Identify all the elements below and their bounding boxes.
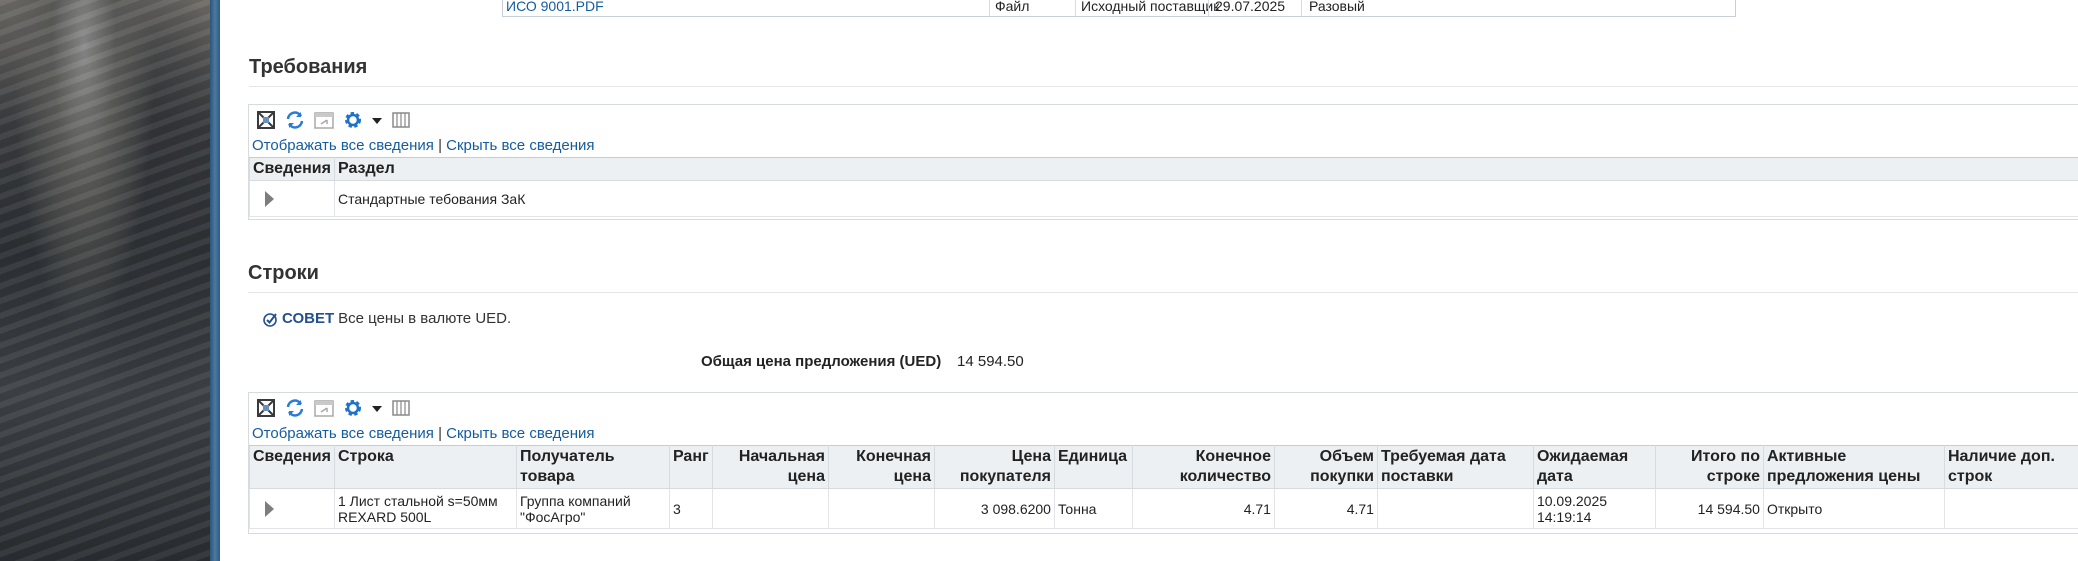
settings-icon[interactable]: [342, 109, 364, 131]
purchase-qty-cell: 4.71: [1273, 488, 1378, 529]
column-header-details: Сведения: [249, 157, 335, 181]
show-all-details-link[interactable]: Отображать все сведения: [252, 425, 434, 442]
attachment-usage: Разовый: [1309, 0, 1365, 14]
table-row: 1 Лист стальной s=50мм REXARD 500L Групп…: [249, 488, 2078, 529]
attachment-source: Исходный поставщик: [1081, 0, 1220, 14]
freeze-icon: [313, 109, 335, 131]
table-row: Стандартные тебования ЗаК: [249, 180, 2078, 217]
lines-detail-links: Отображать все сведения | Скрыть все све…: [252, 425, 595, 442]
lines-table: Сведения Строка Получатель товара Ранг Н…: [249, 445, 2078, 529]
end-qty-cell: 4.71: [1131, 488, 1275, 529]
detach-icon[interactable]: [255, 397, 277, 419]
required-date-cell: [1376, 488, 1534, 529]
attachment-row: ИСО 9001.PDF Файл Исходный поставщик 29.…: [502, 0, 1736, 17]
freeze-icon: [313, 397, 335, 419]
hide-all-details-link[interactable]: Скрыть все сведения: [446, 137, 594, 154]
tip-icon: [262, 311, 278, 327]
column-header-section: Раздел: [334, 157, 2078, 181]
column-header-buyer-price: Цена покупателя: [933, 445, 1055, 489]
start-price-cell: [711, 488, 829, 529]
section-cell: Стандартные тебования ЗаК: [334, 180, 2078, 217]
table-header-row: Сведения Строка Получатель товара Ранг Н…: [249, 445, 2078, 489]
requirements-toolbar: [255, 109, 412, 131]
expand-icon[interactable]: [265, 500, 274, 517]
detach-icon[interactable]: [255, 109, 277, 131]
link-separator: |: [438, 137, 442, 154]
column-header-extra-lines: Наличие доп. строк: [1943, 445, 2078, 489]
table-header-row: Сведения Раздел: [249, 157, 2078, 181]
expand-icon[interactable]: [265, 190, 274, 207]
column-header-unit: Единица: [1053, 445, 1133, 489]
recipient-cell: Группа компаний "ФосАгро": [515, 488, 670, 529]
expand-cell[interactable]: [249, 488, 335, 529]
column-header-details: Сведения: [249, 445, 335, 489]
tip-text: Все цены в валюте UED.: [338, 310, 512, 327]
attachment-date: 29.07.2025: [1215, 0, 1286, 14]
rank-cell: 3: [668, 488, 713, 529]
column-header-recipient: Получатель товара: [515, 445, 670, 489]
attachment-link[interactable]: ИСО 9001.PDF: [506, 0, 604, 13]
requirements-detail-links: Отображать все сведения | Скрыть все све…: [252, 137, 595, 154]
requirements-table: Сведения Раздел Стандартные тебования За…: [249, 157, 2078, 217]
extra-lines-cell: [1943, 488, 2078, 529]
lines-rule: [248, 292, 2078, 293]
link-separator: |: [438, 425, 442, 442]
unit-cell: Тонна: [1053, 488, 1133, 529]
requirements-rule: [249, 86, 2078, 87]
column-header-end-qty: Конечное количество: [1131, 445, 1275, 489]
show-all-details-link[interactable]: Отображать все сведения: [252, 137, 434, 154]
active-offers-cell: Открыто: [1762, 488, 1945, 529]
dropdown-arrow-icon[interactable]: [371, 109, 383, 131]
left-divider: [210, 0, 220, 561]
column-header-line-total: Итого по строке: [1654, 445, 1764, 489]
expand-cell[interactable]: [249, 180, 335, 217]
settings-icon[interactable]: [342, 397, 364, 419]
hide-all-details-link[interactable]: Скрыть все сведения: [446, 425, 594, 442]
refresh-icon[interactable]: [284, 109, 306, 131]
expected-date-cell: 10.09.2025 14:19:14: [1532, 488, 1656, 529]
lines-toolbar: [255, 397, 412, 419]
refresh-icon[interactable]: [284, 397, 306, 419]
column-header-end-price: Конечная цена: [827, 445, 935, 489]
column-header-purchase-qty: Объем покупки: [1273, 445, 1378, 489]
column-header-start-price: Начальная цена: [711, 445, 829, 489]
requirements-panel: Отображать все сведения | Скрыть все све…: [248, 104, 2078, 220]
buyer-price-cell: 3 098.6200: [933, 488, 1055, 529]
end-price-cell: [827, 488, 935, 529]
lines-panel: Отображать все сведения | Скрыть все све…: [248, 392, 2078, 534]
column-header-rank: Ранг: [668, 445, 713, 489]
column-header-expected-date: Ожидаемая дата: [1532, 445, 1656, 489]
column-header-line: Строка: [333, 445, 517, 489]
line-total-cell: 14 594.50: [1654, 488, 1764, 529]
main-content: ИСО 9001.PDF Файл Исходный поставщик 29.…: [220, 0, 2078, 561]
column-header-active-offers: Активные предложения цены: [1762, 445, 1945, 489]
tip-row: СОВЕТ Все цены в валюте UED.: [262, 310, 511, 327]
columns-icon[interactable]: [390, 109, 412, 131]
total-price-label: Общая цена предложения (UED): [701, 353, 942, 370]
tip-label: СОВЕТ: [282, 310, 335, 327]
requirements-title: Требования: [249, 56, 368, 78]
line-cell: 1 Лист стальной s=50мм REXARD 500L: [333, 488, 517, 529]
column-header-required-date: Требуемая дата поставки: [1376, 445, 1534, 489]
attachment-type: Файл: [995, 0, 1030, 14]
total-price-value: 14 594.50: [957, 353, 1024, 370]
background-photo: [0, 0, 210, 561]
columns-icon[interactable]: [390, 397, 412, 419]
lines-title: Строки: [248, 262, 319, 284]
dropdown-arrow-icon[interactable]: [371, 397, 383, 419]
